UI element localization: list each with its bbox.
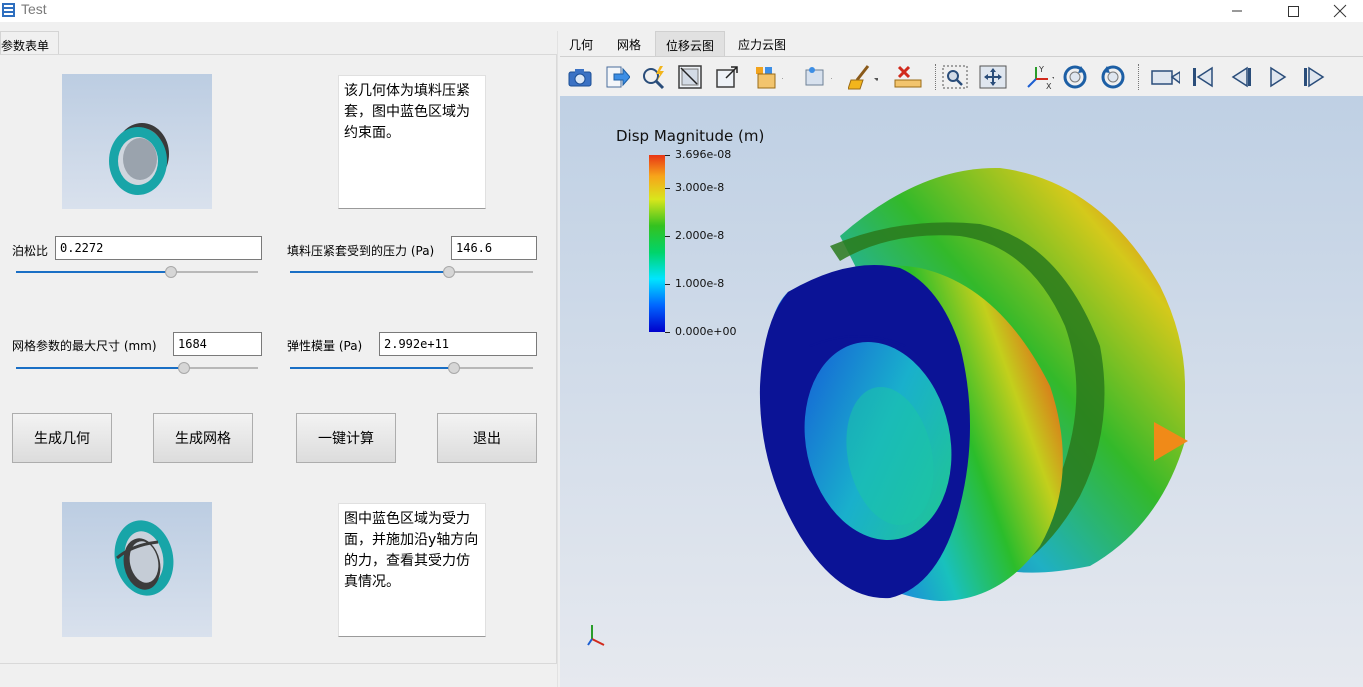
displacement-viewport[interactable]: Disp Magnitude (m) 3.696e-08 3.000e-8 2.00… xyxy=(560,96,1363,687)
tab-parameter-form[interactable]: 参数表单 xyxy=(0,31,59,55)
modulus-slider-handle[interactable] xyxy=(448,362,460,374)
orientation-axes-icon xyxy=(587,625,605,646)
ring-constraint-image xyxy=(109,123,169,195)
compute-button[interactable]: 一键计算 xyxy=(296,413,396,463)
pressure-label: 填料压紧套受到的压力 (Pa) xyxy=(287,244,435,258)
tab-displacement[interactable]: 位移云图 xyxy=(655,31,725,56)
mesh-size-slider[interactable] xyxy=(16,361,258,375)
close-icon xyxy=(1333,4,1347,18)
minimize-button[interactable] xyxy=(1214,0,1260,22)
camera-icon[interactable] xyxy=(565,63,595,91)
mesh-size-input[interactable] xyxy=(173,332,262,356)
select-cells-icon[interactable] xyxy=(753,63,783,91)
ruler-icon[interactable] xyxy=(893,63,923,91)
maximize-icon xyxy=(1288,6,1299,17)
window-title: Test xyxy=(21,1,47,17)
modulus-label: 弹性模量 (Pa) xyxy=(287,339,363,353)
poisson-slider-handle[interactable] xyxy=(165,266,177,278)
move-icon[interactable] xyxy=(978,63,1008,91)
displacement-model xyxy=(759,167,1188,601)
play-icon[interactable] xyxy=(1263,63,1293,91)
pressure-input[interactable] xyxy=(451,236,537,260)
prev-frame-icon[interactable] xyxy=(1225,63,1255,91)
first-frame-icon[interactable] xyxy=(1188,63,1218,91)
geometry-note: 该几何体为填料压紧套，图中蓝色区域为约束面。 xyxy=(338,75,486,209)
toolbar-separator-2 xyxy=(1138,64,1139,90)
geometry-constraint-preview xyxy=(62,74,212,209)
tab-mesh[interactable]: 网格 xyxy=(608,31,650,56)
pressure-slider[interactable] xyxy=(290,265,533,279)
reset-camera-icon[interactable] xyxy=(675,63,705,91)
close-button[interactable] xyxy=(1317,0,1363,22)
poisson-input[interactable] xyxy=(55,236,262,260)
select-points-icon[interactable] xyxy=(802,63,832,91)
mesh-size-label: 网格参数的最大尺寸 (mm) xyxy=(12,339,157,353)
tab-geometry[interactable]: 几何 xyxy=(560,31,602,56)
minimize-icon xyxy=(1232,10,1242,12)
record-icon[interactable] xyxy=(1150,63,1180,91)
mesh-size-slider-handle[interactable] xyxy=(178,362,190,374)
svg-text:X: X xyxy=(1046,82,1052,91)
viewer-toolbar: YX xyxy=(560,56,1363,96)
poisson-label: 泊松比 xyxy=(12,244,49,258)
clear-icon[interactable] xyxy=(848,63,878,91)
zoom-region-icon[interactable] xyxy=(940,63,970,91)
load-note: 图中蓝色区域为受力面，并施加沿y轴方向的力，查看其受力仿真情况。 xyxy=(338,503,486,637)
toolbar-separator xyxy=(935,64,936,90)
axes-icon[interactable]: YX xyxy=(1024,63,1054,91)
ring-load-image xyxy=(114,520,174,596)
app-icon xyxy=(2,3,15,17)
pressure-slider-handle[interactable] xyxy=(443,266,455,278)
generate-mesh-button[interactable]: 生成网格 xyxy=(153,413,253,463)
view-tabs: 几何 网格 位移云图 应力云图 xyxy=(560,31,1363,56)
poisson-slider[interactable] xyxy=(16,265,258,279)
modulus-slider[interactable] xyxy=(290,361,533,375)
exit-button[interactable]: 退出 xyxy=(437,413,537,463)
pick-icon[interactable] xyxy=(639,63,669,91)
modulus-input[interactable] xyxy=(379,332,537,356)
maximize-button[interactable] xyxy=(1270,0,1316,22)
svg-text:Y: Y xyxy=(1038,65,1044,74)
rotate-ccw-icon[interactable] xyxy=(1098,63,1128,91)
last-frame-icon[interactable] xyxy=(1300,63,1330,91)
rotate-cw-icon[interactable] xyxy=(1060,63,1090,91)
zoom-to-box-icon[interactable] xyxy=(712,63,742,91)
geometry-load-preview xyxy=(62,502,212,637)
title-bar: Test xyxy=(0,0,1363,22)
export-icon[interactable] xyxy=(602,63,632,91)
tab-stress[interactable]: 应力云图 xyxy=(729,31,795,56)
generate-geometry-button[interactable]: 生成几何 xyxy=(12,413,112,463)
